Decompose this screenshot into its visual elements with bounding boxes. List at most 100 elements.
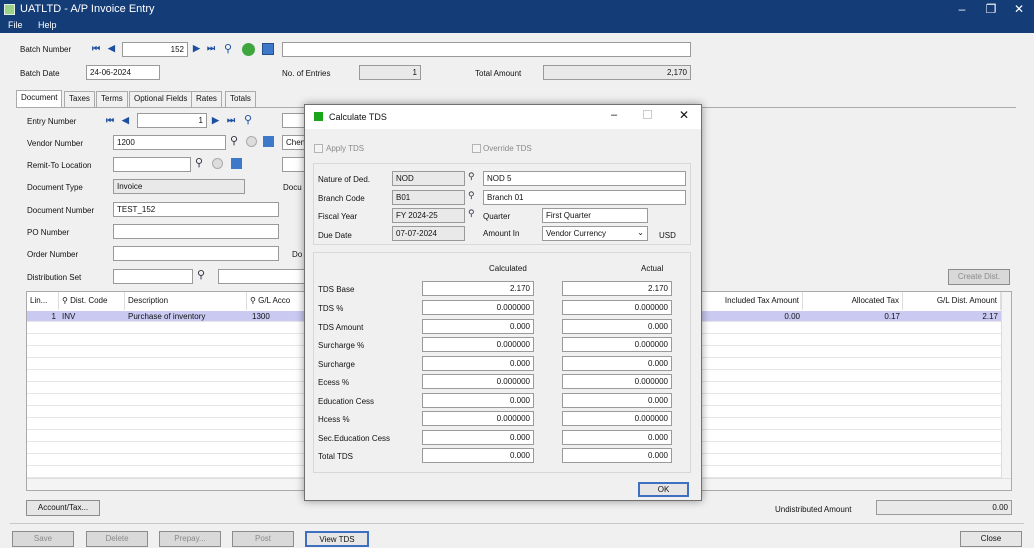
next-batch-icon[interactable]: ▶ xyxy=(193,43,200,54)
entry-number-field[interactable]: 1 xyxy=(137,113,207,128)
menu-help[interactable]: Help xyxy=(38,20,57,30)
fiscal-year-search-icon[interactable]: ⚲ xyxy=(468,208,475,219)
tab-taxes[interactable]: Taxes xyxy=(64,91,95,107)
order-right-label: Do xyxy=(292,250,303,259)
tds-calculated-field[interactable]: 2.170 xyxy=(422,281,534,296)
vertical-scrollbar[interactable] xyxy=(1001,292,1011,478)
calendar-icon[interactable] xyxy=(262,43,274,55)
quarter-field: First Quarter xyxy=(542,208,648,223)
branch-search-icon[interactable]: ⚲ xyxy=(468,190,475,201)
tds-actual-field[interactable]: 0.000 xyxy=(562,356,672,371)
nature-search-icon[interactable]: ⚲ xyxy=(468,171,475,182)
tds-row-label: Surcharge % xyxy=(318,341,365,350)
tds-calculated-field[interactable]: 0.000 xyxy=(422,356,534,371)
distribution-set-field[interactable] xyxy=(113,269,193,284)
col-header-gl-dist-amount[interactable]: G/L Dist. Amount xyxy=(903,292,1001,310)
vendor-search-icon[interactable]: ⚲ xyxy=(230,134,238,147)
create-dist-button[interactable]: Create Dist. xyxy=(948,269,1010,285)
tds-calculated-field[interactable]: 0.000000 xyxy=(422,374,534,389)
first-batch-icon[interactable]: ⏮ xyxy=(92,43,100,54)
nature-field[interactable]: NOD xyxy=(392,171,465,186)
remit-search-icon[interactable]: ⚲ xyxy=(195,156,203,169)
col-header-allocated-tax[interactable]: Allocated Tax xyxy=(803,292,903,310)
last-batch-icon[interactable]: ⏭ xyxy=(207,43,215,54)
remit-to-field[interactable] xyxy=(113,157,191,172)
account-tax-button[interactable]: Account/Tax... xyxy=(26,500,100,516)
fiscal-year-field[interactable]: FY 2024-25 xyxy=(392,208,465,223)
remit-to-label: Remit-To Location xyxy=(27,161,92,170)
close-button[interactable]: Close xyxy=(960,531,1022,547)
post-button[interactable]: Post xyxy=(232,531,294,547)
tds-actual-field[interactable]: 0.000000 xyxy=(562,374,672,389)
tab-terms[interactable]: Terms xyxy=(96,91,128,107)
minimize-button[interactable]: – xyxy=(951,1,973,18)
document-type-field[interactable]: Invoice xyxy=(113,179,245,194)
entry-search-icon[interactable]: ⚲ xyxy=(244,113,252,126)
tds-calculated-field[interactable]: 0.000000 xyxy=(422,300,534,315)
tds-actual-field[interactable]: 0.000 xyxy=(562,448,672,463)
tds-calculated-field[interactable]: 0.000000 xyxy=(422,337,534,352)
save-button[interactable]: Save xyxy=(12,531,74,547)
batch-description-field[interactable] xyxy=(282,42,691,57)
tds-actual-field[interactable]: 0.000000 xyxy=(562,411,672,426)
last-entry-icon[interactable]: ⏭ xyxy=(227,115,235,126)
tab-optional-fields[interactable]: Optional Fields xyxy=(129,91,193,107)
next-entry-icon[interactable]: ▶ xyxy=(212,115,219,126)
vendor-name-field: Chen xyxy=(282,135,306,150)
delete-button[interactable]: Delete xyxy=(86,531,148,547)
amount-in-select[interactable]: Vendor Currency ⌄ xyxy=(542,226,648,241)
vendor-number-field[interactable]: 1200 xyxy=(113,135,226,150)
entries-field: 1 xyxy=(359,65,421,80)
entry-description-field[interactable] xyxy=(282,113,306,128)
tds-calculated-field[interactable]: 0.000 xyxy=(422,319,534,334)
batch-number-field[interactable]: 152 xyxy=(122,42,188,57)
prev-batch-icon[interactable]: ◀ xyxy=(108,43,115,54)
search-icon[interactable]: ⚲ xyxy=(224,42,232,55)
apply-tds-checkbox[interactable] xyxy=(314,144,323,153)
first-entry-icon[interactable]: ⏮ xyxy=(106,115,114,126)
tab-document[interactable]: Document xyxy=(16,90,63,108)
po-number-field[interactable] xyxy=(113,224,279,239)
order-number-field[interactable] xyxy=(113,246,279,261)
col-header-dist-code[interactable]: ⚲ Dist. Code xyxy=(59,292,125,310)
remit-new-icon[interactable] xyxy=(212,158,223,169)
due-date-field[interactable]: 07-07-2024 xyxy=(392,226,465,241)
tds-calculated-field[interactable]: 0.000000 xyxy=(422,411,534,426)
dist-search-icon[interactable]: ⚲ xyxy=(197,268,205,281)
tds-actual-field[interactable]: 0.000000 xyxy=(562,337,672,352)
ok-button[interactable]: OK xyxy=(638,482,689,497)
menu-file[interactable]: File xyxy=(8,20,23,30)
po-number-label: PO Number xyxy=(27,228,70,237)
col-header-included-tax[interactable]: Included Tax Amount xyxy=(703,292,803,310)
vendor-calendar-icon[interactable] xyxy=(263,136,274,147)
batch-date-field[interactable]: 24-06-2024 xyxy=(86,65,160,80)
col-header-line[interactable]: Lin... xyxy=(27,292,59,310)
tds-calculated-field[interactable]: 0.000 xyxy=(422,448,534,463)
tds-calculated-field[interactable]: 0.000 xyxy=(422,393,534,408)
tab-rates[interactable]: Rates xyxy=(191,91,222,107)
restore-button[interactable]: ❐ xyxy=(980,1,1002,18)
tds-actual-field[interactable]: 2.170 xyxy=(562,281,672,296)
remit-calendar-icon[interactable] xyxy=(231,158,242,169)
prev-entry-icon[interactable]: ◀ xyxy=(122,115,129,126)
view-tds-button[interactable]: View TDS xyxy=(305,531,369,547)
tds-calculated-field[interactable]: 0.000 xyxy=(422,430,534,445)
tds-actual-field[interactable]: 0.000000 xyxy=(562,300,672,315)
prepay-button[interactable]: Prepay... xyxy=(159,531,221,547)
tds-actual-field[interactable]: 0.000 xyxy=(562,393,672,408)
tds-actual-field[interactable]: 0.000 xyxy=(562,319,672,334)
dialog-maximize-button[interactable] xyxy=(643,110,652,119)
dialog-minimize-button[interactable]: – xyxy=(611,109,617,121)
vendor-new-icon[interactable] xyxy=(246,136,257,147)
override-tds-checkbox[interactable] xyxy=(472,144,481,153)
dialog-close-button[interactable]: ✕ xyxy=(679,108,689,122)
document-number-field[interactable]: TEST_152 xyxy=(113,202,279,217)
tab-totals[interactable]: Totals xyxy=(225,91,256,107)
title-bar: UATLTD - A/P Invoice Entry – ❐ ✕ xyxy=(0,0,1034,19)
col-header-gl-account[interactable]: ⚲ G/L Acco xyxy=(247,292,307,310)
col-header-description[interactable]: Description xyxy=(125,292,247,310)
tds-actual-field[interactable]: 0.000 xyxy=(562,430,672,445)
branch-field[interactable]: B01 xyxy=(392,190,465,205)
new-icon[interactable] xyxy=(242,43,255,56)
close-window-button[interactable]: ✕ xyxy=(1008,1,1030,18)
